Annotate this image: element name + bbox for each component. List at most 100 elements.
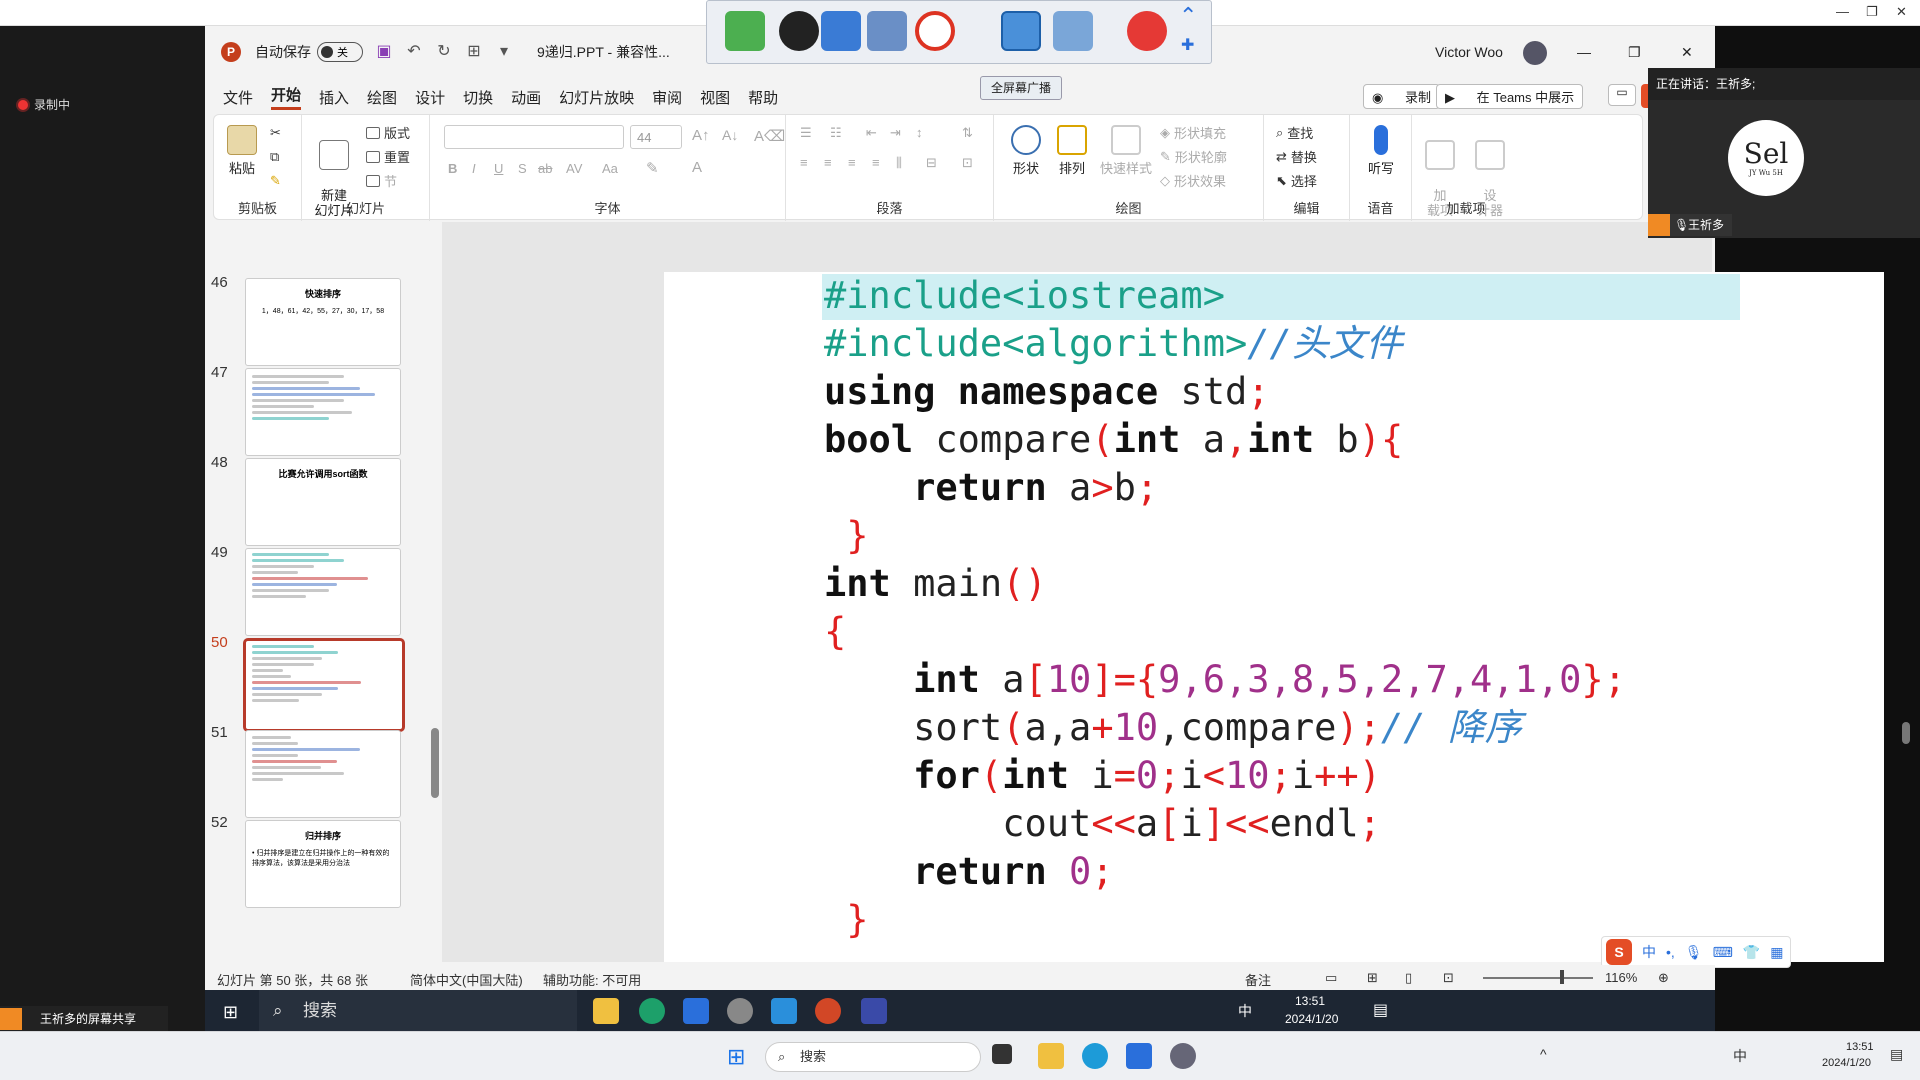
punctuation-icon[interactable]: •,	[1666, 944, 1675, 960]
whiteboard-icon[interactable]	[1126, 1043, 1152, 1069]
quick-styles-button[interactable]: 快速样式	[1098, 125, 1154, 177]
edge-icon[interactable]	[639, 998, 665, 1024]
font-family-select[interactable]	[444, 125, 624, 149]
tab-slideshow[interactable]: 幻灯片放映	[559, 87, 634, 108]
notification-icon[interactable]: ▤	[1373, 1000, 1388, 1020]
shapes-button[interactable]: 形状	[1006, 125, 1046, 177]
spacing-button[interactable]: AV	[566, 161, 582, 176]
format-painter-icon[interactable]: ✎	[270, 173, 281, 189]
tab-file[interactable]: 文件	[223, 87, 253, 108]
italic-button[interactable]: I	[472, 161, 476, 176]
save-icon[interactable]: ▣	[375, 43, 393, 61]
powerpoint-taskbar-icon[interactable]	[815, 998, 841, 1024]
keyboard-icon[interactable]: ⌨	[1713, 944, 1733, 961]
file-explorer-icon[interactable]	[593, 998, 619, 1024]
zoom-level[interactable]: 116%	[1605, 970, 1637, 985]
file-explorer-icon[interactable]	[1038, 1043, 1064, 1069]
shape-fill-button[interactable]: ◈ 形状填充	[1160, 123, 1226, 142]
slideshow-view-icon[interactable]: ⊡	[1443, 970, 1454, 986]
cut-icon[interactable]: ✂	[270, 125, 281, 141]
scrollbar-thumb[interactable]	[431, 728, 439, 798]
tab-view[interactable]: 视图	[700, 87, 730, 108]
user-avatar[interactable]	[1523, 41, 1547, 65]
tab-help[interactable]: 帮助	[748, 87, 778, 108]
align-left-icon[interactable]: ≡	[800, 155, 808, 170]
record-button[interactable]: ◉ 录制	[1363, 84, 1440, 109]
skin-icon[interactable]: 👕	[1743, 944, 1760, 961]
thumbnail-51[interactable]	[245, 730, 401, 818]
user-icon[interactable]	[867, 11, 907, 51]
settings-icon[interactable]	[1170, 1043, 1196, 1069]
app-icon[interactable]	[727, 998, 753, 1024]
taskbar-search[interactable]: ⌕ 搜索	[765, 1042, 981, 1072]
pen-icon[interactable]	[821, 11, 861, 51]
tab-review[interactable]: 审阅	[652, 87, 682, 108]
tab-home[interactable]: 开始	[271, 84, 302, 110]
decrease-indent-icon[interactable]: ⇤	[866, 125, 877, 141]
customize-qat-icon[interactable]: ▾	[495, 43, 513, 61]
align-text-icon[interactable]: ⊟	[926, 155, 937, 171]
ime-indicator[interactable]: 中	[1733, 1046, 1747, 1066]
normal-view-icon[interactable]: ▭	[1325, 970, 1337, 986]
text-direction-icon[interactable]: ⇅	[962, 125, 973, 141]
align-right-icon[interactable]: ≡	[848, 155, 856, 170]
user-name[interactable]: Victor Woo	[1435, 44, 1503, 60]
record-stop-icon[interactable]	[915, 11, 955, 51]
layout-button[interactable]: 版式	[366, 123, 410, 142]
windows-start-icon[interactable]: ⊞	[223, 1002, 238, 1023]
clear-format-icon[interactable]: A⌫	[754, 127, 785, 145]
fit-slide-icon[interactable]: ⊕	[1658, 970, 1669, 986]
tab-draw[interactable]: 绘图	[367, 87, 397, 108]
outer-restore-button[interactable]: ❐	[1866, 4, 1878, 20]
tab-animations[interactable]: 动画	[511, 87, 541, 108]
camera-icon[interactable]	[779, 11, 819, 51]
task-view-icon[interactable]	[992, 1044, 1012, 1064]
sorter-view-icon[interactable]: ⊞	[1367, 970, 1378, 986]
change-case-button[interactable]: Aa	[602, 161, 618, 176]
bullets-icon[interactable]: ☰	[800, 125, 812, 141]
taskbar-search[interactable]: ⌕ 搜索	[259, 990, 577, 1032]
slide-scrollbar-thumb[interactable]	[1902, 722, 1910, 744]
paste-button[interactable]: 粘贴	[224, 125, 260, 177]
ime-toolbar[interactable]: S 中 •, 🎙 ⌨ 👕 ▦	[1601, 936, 1791, 968]
replace-button[interactable]: ⇄ 替换	[1276, 147, 1317, 166]
toolbox-icon[interactable]: ▦	[1770, 944, 1783, 961]
present-icon[interactable]: ⊞	[465, 43, 483, 61]
zoom-slider[interactable]	[1483, 977, 1593, 979]
dictate-button[interactable]: 听写	[1362, 125, 1400, 177]
edge-icon[interactable]	[1082, 1043, 1108, 1069]
minimize-button[interactable]: —	[1577, 44, 1591, 60]
bold-button[interactable]: B	[448, 161, 457, 176]
underline-button[interactable]: U	[494, 161, 503, 176]
smartart-icon[interactable]: ⊡	[962, 155, 973, 171]
line-spacing-icon[interactable]: ↕	[916, 125, 923, 140]
monitor-icon[interactable]	[1053, 11, 1093, 51]
redo-icon[interactable]: ↻	[435, 43, 453, 61]
arrange-button[interactable]: 排列	[1052, 125, 1092, 177]
thumbnail-49[interactable]	[245, 548, 401, 636]
highlight-icon[interactable]: ✎	[646, 159, 659, 177]
outer-close-button[interactable]: ✕	[1896, 4, 1907, 20]
tray-arrow-icon[interactable]: ^	[1540, 1046, 1547, 1062]
language-indicator[interactable]: 简体中文(中国大陆)	[410, 970, 523, 989]
select-button[interactable]: ⬉ 选择	[1276, 171, 1317, 190]
pin-icon[interactable]: ✚	[1181, 35, 1194, 55]
increase-indent-icon[interactable]: ⇥	[890, 125, 901, 141]
slide-canvas[interactable]: #include<iostream> #include<algorithm>//…	[664, 272, 1884, 968]
devcpp-icon[interactable]	[861, 998, 887, 1024]
font-size-select[interactable]: 44	[630, 125, 682, 149]
accessibility-status[interactable]: 辅助功能: 不可用	[543, 970, 641, 989]
windows-start-icon[interactable]: ⊞	[727, 1044, 745, 1070]
zoom-slider-handle[interactable]	[1560, 970, 1564, 984]
shape-outline-button[interactable]: ✎ 形状轮廓	[1160, 147, 1227, 166]
notes-button[interactable]: 备注	[1245, 970, 1271, 989]
collapse-icon[interactable]: ⌃	[1179, 3, 1197, 29]
remote-ime-indicator[interactable]: 中	[1238, 1001, 1252, 1021]
numbering-icon[interactable]: ☷	[830, 125, 842, 141]
close-broadcast-icon[interactable]	[1127, 11, 1167, 51]
align-center-icon[interactable]: ≡	[824, 155, 832, 170]
thumbnail-48[interactable]: 比赛允许调用sort函数	[245, 458, 401, 546]
font-color-icon[interactable]: A	[692, 159, 702, 176]
tab-insert[interactable]: 插入	[319, 87, 349, 108]
find-button[interactable]: ⌕ 查找	[1276, 123, 1313, 142]
